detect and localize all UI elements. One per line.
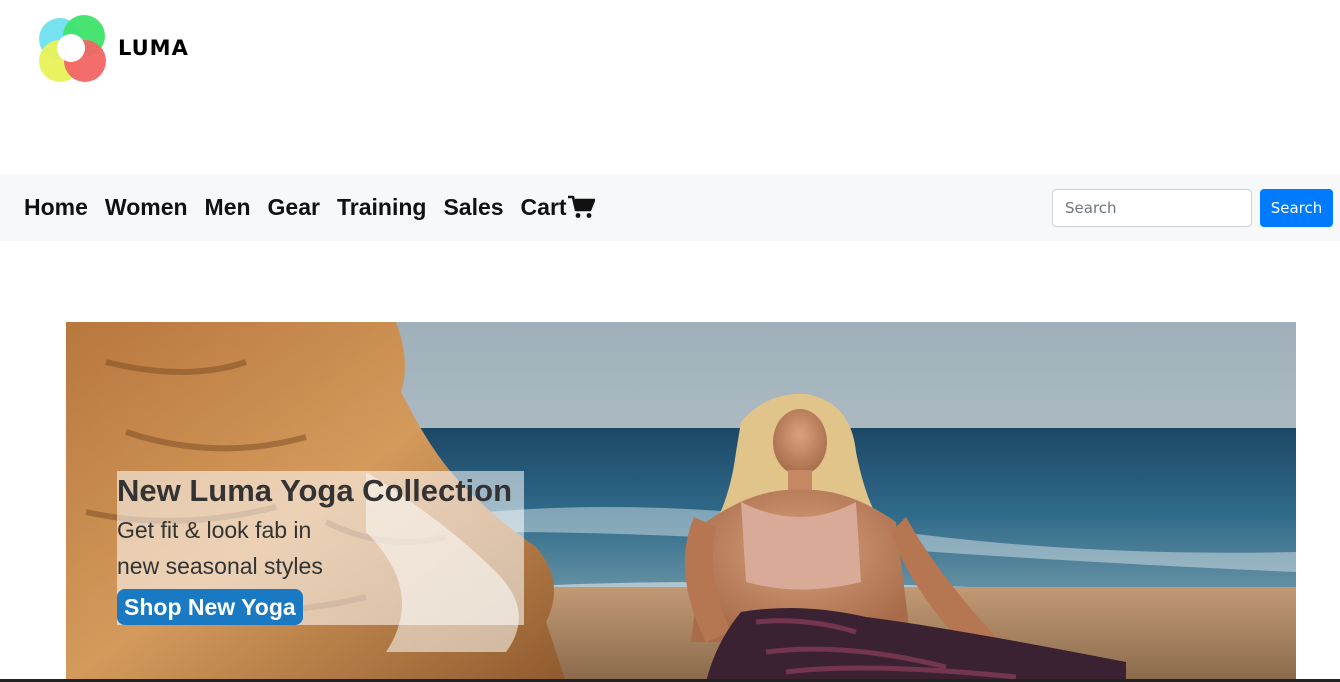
site-header: LUMA	[0, 0, 1340, 174]
nav-menu: Home Women Men Gear Training Sales Cart	[24, 174, 612, 241]
promo-block: New Luma Yoga Collection Get fit & look …	[117, 471, 524, 625]
main-navbar: Home Women Men Gear Training Sales Cart …	[0, 174, 1340, 241]
nav-gear[interactable]: Gear	[268, 194, 320, 221]
nav-women[interactable]: Women	[105, 194, 188, 221]
cart-label: Cart	[520, 194, 567, 220]
search-button[interactable]: Search	[1260, 189, 1333, 227]
promo-text-line-1: Get fit & look fab in	[117, 517, 312, 543]
search-input[interactable]	[1052, 189, 1252, 227]
nav-cart[interactable]: Cart	[521, 194, 595, 221]
promo-title: New Luma Yoga Collection	[117, 473, 513, 508]
hero-banner: New Luma Yoga Collection Get fit & look …	[66, 322, 1296, 682]
nav-training[interactable]: Training	[337, 194, 426, 221]
shop-new-yoga-button[interactable]: Shop New Yoga	[117, 589, 303, 625]
nav-sales[interactable]: Sales	[443, 194, 503, 221]
brand-name[interactable]: LUMA	[118, 36, 189, 60]
promo-text-line-2: new seasonal styles	[117, 553, 323, 579]
cart-icon	[567, 195, 595, 218]
luma-logo-icon[interactable]	[36, 14, 108, 84]
nav-men[interactable]: Men	[205, 194, 251, 221]
nav-home[interactable]: Home	[24, 194, 88, 221]
